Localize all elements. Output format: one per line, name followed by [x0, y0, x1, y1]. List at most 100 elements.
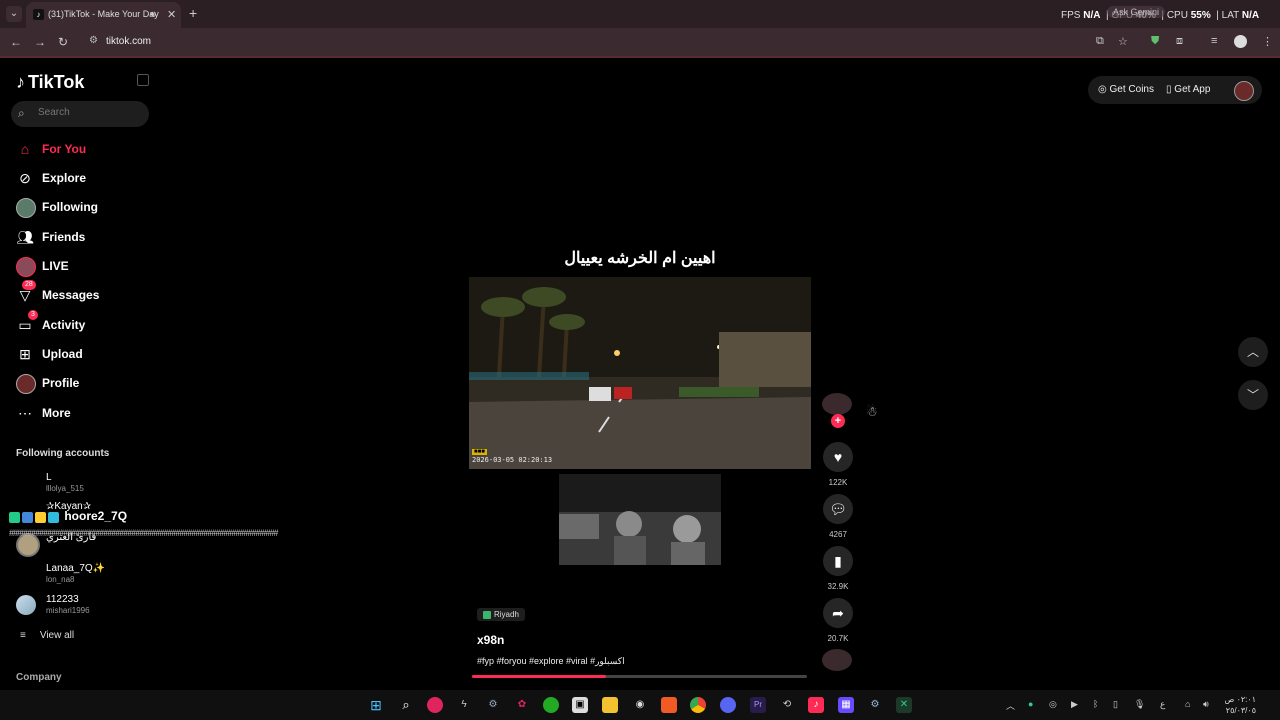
ask-gemini-button[interactable]: Ask Gemini	[1107, 6, 1166, 18]
nav-label: Profile	[42, 376, 80, 390]
nav-for-you[interactable]: ⌂ For You	[16, 138, 146, 160]
dashcam-scene	[469, 277, 811, 469]
follow-plus-icon[interactable]: +	[831, 414, 845, 428]
view-all-link[interactable]: ≡ View all	[20, 630, 74, 641]
clock-date: ٢٥/٠٣/٠٥	[1225, 706, 1256, 715]
creator-avatar[interactable]	[822, 393, 852, 415]
nav-profile[interactable]: Profile	[16, 372, 146, 394]
tray-app-icon[interactable]: ●	[1028, 699, 1033, 709]
nav-activity[interactable]: ▭ 3 Activity	[16, 310, 146, 336]
tray-language-icon[interactable]: ع	[1160, 699, 1165, 710]
get-app-button[interactable]: ▯ Get App	[1166, 84, 1210, 95]
tray-chevron-up-icon[interactable]: ︿	[1006, 699, 1015, 712]
app-x-icon[interactable]: ✕	[896, 697, 912, 713]
search-input[interactable]	[36, 106, 140, 119]
comment-icon: 💬︎	[823, 494, 853, 524]
file-explorer-icon[interactable]	[602, 697, 618, 713]
share-button[interactable]: ➦ 20.7K	[822, 598, 854, 643]
taskbar-search-icon[interactable]: ⌕	[398, 697, 414, 713]
steam-icon[interactable]: ⚙	[867, 697, 883, 713]
address-bar: ← → ↻ ⚙ tiktok.com ⧉ ☆ ⛊ ⧈ ≡ ⋮	[0, 28, 1280, 56]
discord-icon[interactable]	[720, 697, 736, 713]
tiktok-logo[interactable]: ♪ TikTok	[16, 72, 84, 93]
tiktok-taskbar-icon[interactable]: ♪	[808, 697, 824, 713]
windows-start-icon[interactable]: ⊞	[368, 697, 384, 713]
browser-profile-icon[interactable]	[1234, 35, 1247, 48]
nav-more[interactable]: ⋯ More	[16, 402, 146, 424]
video-progress-bar[interactable]	[472, 675, 807, 678]
app-green-icon[interactable]	[543, 697, 559, 713]
back-icon[interactable]: ←	[10, 35, 22, 49]
url-text[interactable]: tiktok.com	[106, 36, 151, 47]
video-author[interactable]: x98n	[477, 633, 504, 647]
overlay-username: hoore2_7Q	[64, 509, 128, 523]
following-account[interactable]: Lanaa_7Q✨ lon_na8	[16, 562, 156, 588]
nav-following[interactable]: Following	[16, 196, 146, 218]
forward-icon[interactable]: →	[34, 35, 46, 49]
next-video-chevron-down-icon[interactable]: ﹀	[1238, 380, 1268, 410]
windows-taskbar: ⊞ ⌕ ϟ ⚙ ✿ ▣ ◉ Pr ⟲ ♪ ▦ ⚙ ✕ ︿ ● ◎ ▶ ᛒ ▯ 🎙…	[0, 690, 1280, 720]
tray-bluetooth-icon[interactable]: ᛒ	[1093, 699, 1098, 709]
user-avatar[interactable]	[1234, 81, 1254, 101]
app-grid-icon[interactable]: ▦	[838, 697, 854, 713]
shield-extension-icon[interactable]: ⛊	[1151, 35, 1159, 48]
settings-gear-icon[interactable]: ⚙	[485, 697, 501, 713]
nav-live[interactable]: LIVE	[16, 255, 146, 277]
heart-icon: ♥	[823, 442, 853, 472]
tray-play-icon[interactable]: ▶	[1071, 699, 1078, 710]
location-tag[interactable]: Riyadh	[477, 608, 525, 621]
nav-upload[interactable]: ⊞ Upload	[16, 343, 146, 365]
app-bolt-icon[interactable]: ϟ	[456, 697, 472, 713]
account-username: lon_na8	[46, 575, 75, 584]
video-timestamp: 2026-03-05 02:20:13	[472, 456, 553, 464]
following-account[interactable]: 112233 mishari1996	[16, 593, 156, 619]
following-account[interactable]: L lllolya_515	[16, 471, 156, 497]
app-sync-icon[interactable]: ⟲	[779, 697, 795, 713]
chrome-icon[interactable]	[690, 697, 706, 713]
video-player[interactable]: ■■■ 2026-03-05 02:20:13	[469, 277, 811, 469]
reload-icon[interactable]: ↻	[58, 35, 68, 49]
like-button[interactable]: ♥ 122K	[822, 442, 854, 487]
tray-network-icon[interactable]: ⌂	[1185, 699, 1190, 709]
music-disc-icon[interactable]	[822, 649, 852, 671]
tray-volume-icon[interactable]: 🔊︎	[1203, 699, 1209, 710]
reading-list-icon[interactable]: ≡	[1211, 35, 1217, 47]
bookmark-star-icon[interactable]: ☆	[1118, 35, 1128, 48]
account-name: L	[46, 472, 52, 483]
get-coins-button[interactable]: ◎ Get Coins	[1098, 84, 1154, 95]
brave-browser-icon[interactable]	[661, 697, 677, 713]
new-tab-icon[interactable]: +	[189, 5, 197, 21]
app-pink-icon[interactable]: ✿	[514, 697, 530, 713]
tray-mic-icon[interactable]: 🎙︎	[1134, 699, 1145, 710]
comment-button[interactable]: 💬︎ 4267	[822, 494, 854, 539]
nav-friends[interactable]: 👥︎ Friends	[16, 226, 146, 248]
tray-chrome-icon[interactable]: ◎	[1049, 699, 1057, 710]
app-photos-icon[interactable]: ▣	[572, 697, 588, 713]
collapse-sidebar-icon[interactable]	[137, 74, 149, 86]
omnibox[interactable]: ⚙ tiktok.com	[82, 32, 1142, 52]
save-button[interactable]: ▮ 32.9K	[822, 546, 854, 591]
taskbar-clock[interactable]: ٠٢:٠١ ص ٢٥/٠٣/٠٥	[1222, 694, 1256, 716]
browser-menu-icon[interactable]: ⋮	[1262, 35, 1273, 48]
tab-close-icon[interactable]: ✕	[167, 8, 176, 21]
nav-explore[interactable]: ⊘ Explore	[16, 167, 146, 189]
tab-search-chevron-icon[interactable]: ⌄	[6, 6, 22, 22]
install-app-icon[interactable]: ⧉	[1096, 35, 1104, 48]
cpu-value: 55%	[1190, 10, 1211, 21]
audio-playing-icon[interactable]: 🔊︎	[150, 9, 156, 20]
app-red-icon[interactable]	[427, 697, 443, 713]
search-box[interactable]: ⌕	[11, 101, 149, 127]
extensions-icon[interactable]: ⧈	[1176, 35, 1183, 48]
previous-video-chevron-up-icon[interactable]: ︿	[1238, 337, 1268, 367]
like-count: 122K	[828, 478, 848, 487]
site-info-icon[interactable]: ⚙	[89, 35, 98, 46]
nav-messages[interactable]: ▽ 28 Messages	[16, 280, 146, 306]
premiere-icon[interactable]: Pr	[750, 697, 766, 713]
tray-usb-icon[interactable]: ▯	[1113, 699, 1118, 710]
browser-tab-tiktok[interactable]: ♪ (31)TikTok - Make Your Day 🔊︎ ✕	[26, 2, 181, 28]
stream-overlay-hashline: ########################################…	[9, 528, 278, 538]
nav-label: Following	[42, 200, 98, 214]
share-count: 20.7K	[827, 634, 849, 643]
app-camera-icon[interactable]: ◉	[632, 697, 648, 713]
company-link[interactable]: Company	[16, 672, 62, 683]
